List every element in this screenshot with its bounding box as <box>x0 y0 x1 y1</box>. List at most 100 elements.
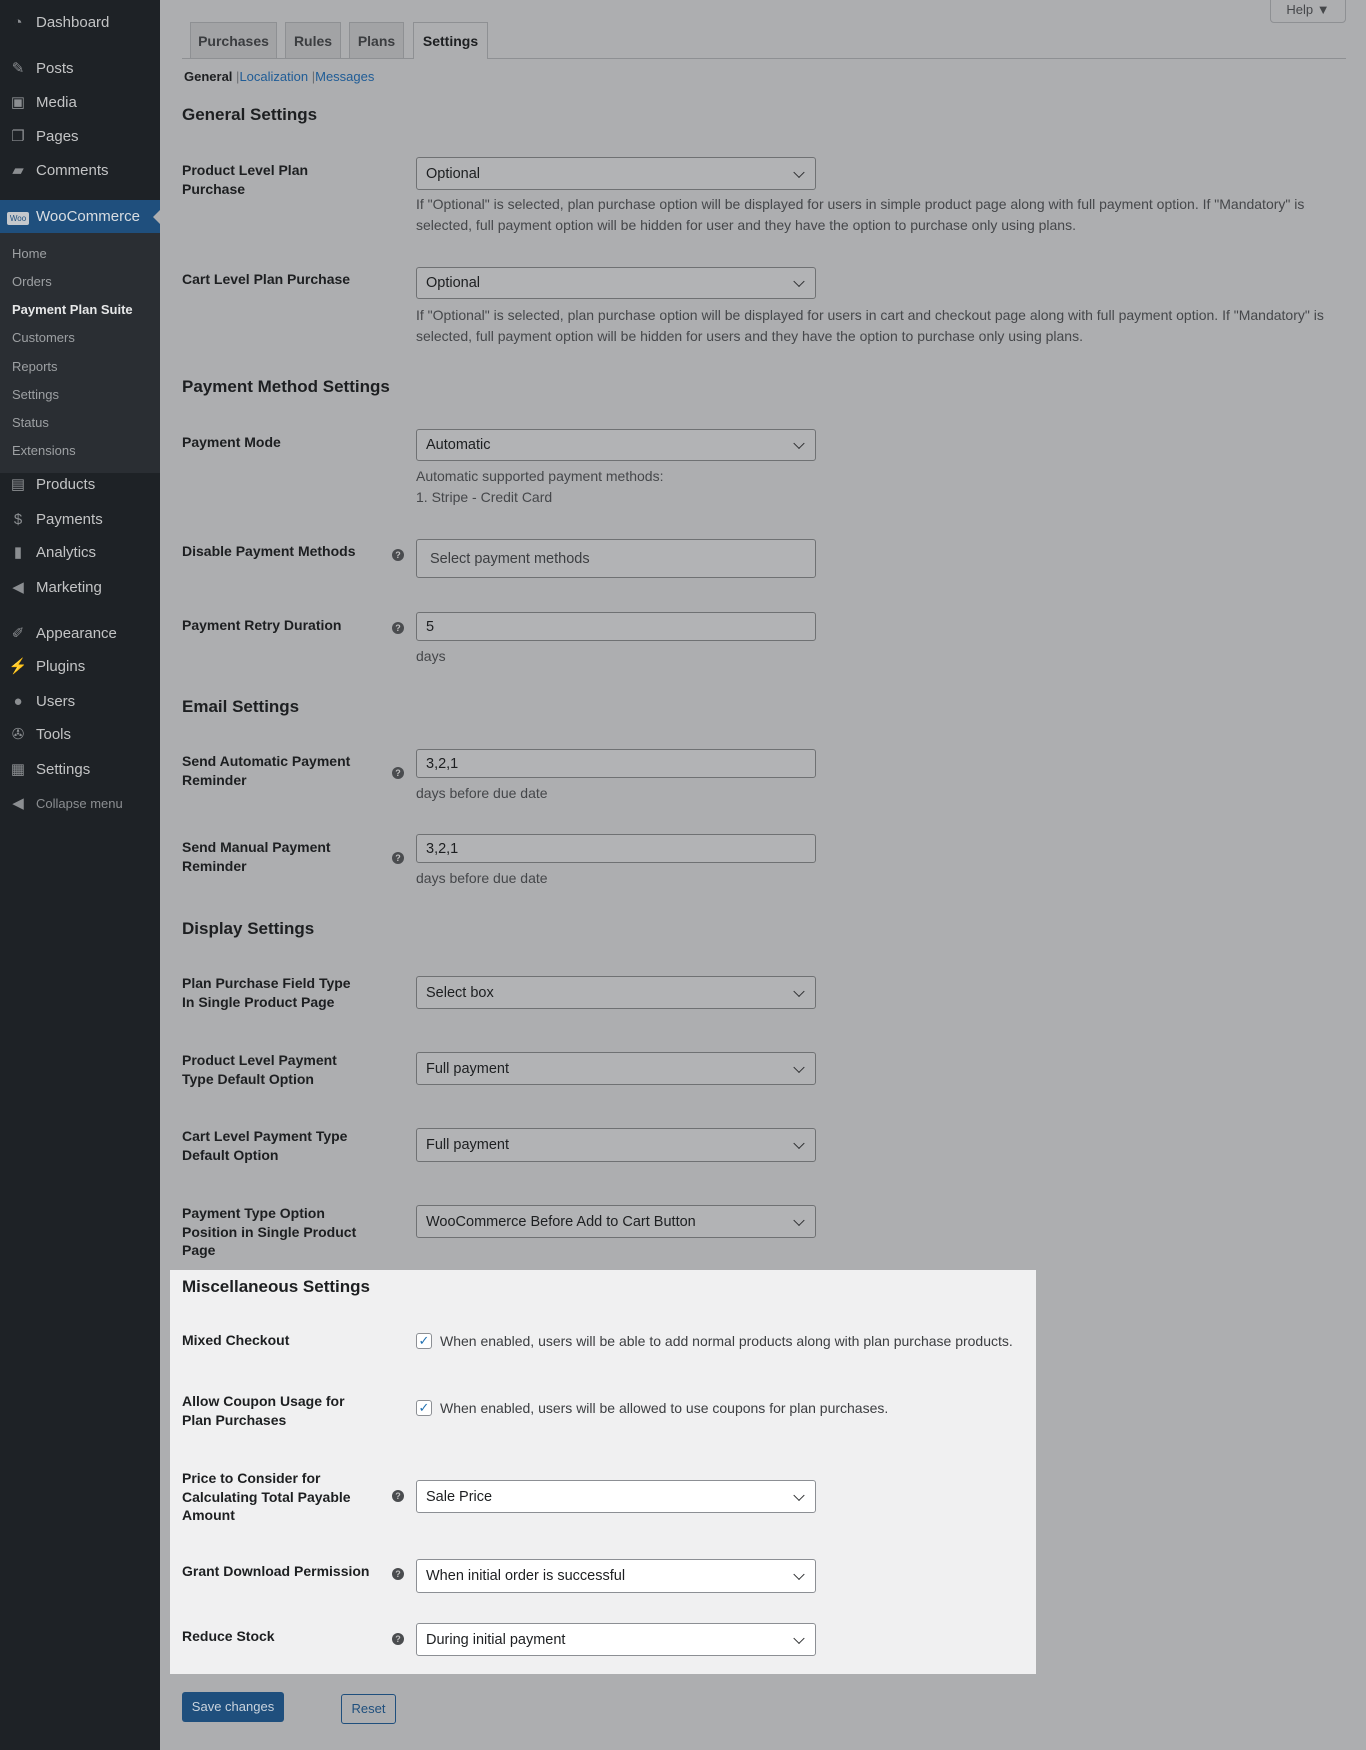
auto-reminder-desc: days before due date <box>416 785 548 801</box>
subnav-localization[interactable]: Localization <box>239 69 308 84</box>
manual-reminder-input[interactable]: 3,2,1 <box>416 834 816 863</box>
payment-mode-desc: Automatic supported payment methods: <box>416 468 664 484</box>
manual-reminder-desc: days before due date <box>416 870 548 886</box>
position-select[interactable]: WooCommerce Before Add to Cart Button <box>416 1205 816 1238</box>
field-type-select[interactable]: Select box <box>416 976 816 1009</box>
menu-products[interactable]: ▤ Products <box>0 469 160 499</box>
position-label: Payment Type Option Position in Single P… <box>182 1205 357 1258</box>
dashboard-icon: ◔ <box>13 13 23 31</box>
submenu-settings[interactable]: Settings <box>12 387 59 402</box>
help-icon[interactable]: ? <box>392 1633 404 1645</box>
menu-pages[interactable]: ❐ Pages <box>0 121 160 151</box>
retry-label: Payment Retry Duration <box>182 617 342 633</box>
help-icon[interactable]: ? <box>392 1490 404 1502</box>
tab-rules[interactable]: Rules <box>285 22 341 58</box>
retry-input[interactable]: 5 <box>416 612 816 641</box>
coupon-checkbox[interactable]: ✓ <box>416 1400 432 1416</box>
menu-appearance[interactable]: ✐ Appearance <box>0 618 160 648</box>
submenu-payment-plan-suite[interactable]: Payment Plan Suite <box>12 302 133 317</box>
menu-label: Collapse menu <box>36 795 123 811</box>
payment-mode-select[interactable]: Automatic <box>416 429 816 461</box>
help-icon[interactable]: ? <box>392 549 404 561</box>
subnav: General |Localization |Messages <box>184 69 374 84</box>
menu-plugins[interactable]: ⚡ Plugins <box>0 651 160 681</box>
tab-settings[interactable]: Settings <box>413 22 488 59</box>
help-icon[interactable]: ? <box>392 852 404 864</box>
download-label: Grant Download Permission <box>182 1563 370 1579</box>
menu-payments[interactable]: $ Payments <box>0 504 160 534</box>
submenu-customers[interactable]: Customers <box>12 330 75 345</box>
menu-label: WooCommerce <box>36 208 140 225</box>
subnav-messages[interactable]: Messages <box>315 69 374 84</box>
settings-icon: ▦ <box>10 761 26 778</box>
menu-woocommerce[interactable]: Woo WooCommerce <box>0 200 160 233</box>
menu-label: Users <box>36 692 76 710</box>
menu-users[interactable]: ● Users <box>0 686 160 716</box>
menu-label: Posts <box>36 59 74 77</box>
disable-methods-label: Disable Payment Methods <box>182 543 356 559</box>
price-label: Price to Consider for Calculating Total … <box>182 1470 351 1523</box>
help-icon[interactable]: ? <box>392 767 404 779</box>
payment-mode-desc-method: 1. Stripe - Credit Card <box>416 489 553 505</box>
menu-label: Payments <box>36 510 103 528</box>
menu-label: Pages <box>36 127 79 145</box>
menu-label: Products <box>36 475 96 493</box>
submenu-extensions[interactable]: Extensions <box>12 443 76 458</box>
woo-icon: Woo <box>0 208 36 225</box>
collapse-menu[interactable]: ◀ Collapse menu <box>0 788 160 818</box>
product-default-label: Product Level Payment Type Default Optio… <box>182 1052 337 1087</box>
reduce-stock-select[interactable]: During initial payment <box>416 1623 816 1656</box>
menu-analytics[interactable]: ▮ Analytics <box>0 537 160 567</box>
reset-button[interactable]: Reset <box>341 1694 396 1724</box>
manual-reminder-label: Send Manual Payment Reminder <box>182 839 331 874</box>
cart-level-select[interactable]: Optional <box>416 267 816 299</box>
woo-submenu <box>0 233 160 473</box>
cart-level-desc: If "Optional" is selected, plan purchase… <box>416 307 1324 344</box>
menu-media[interactable]: ▣ Media <box>0 87 160 117</box>
mixed-checkout-checkbox[interactable]: ✓ <box>416 1333 432 1349</box>
collapse-icon: ◀ <box>12 795 24 812</box>
menu-label: Dashboard <box>36 13 110 31</box>
menu-marketing[interactable]: ◀ Marketing <box>0 572 160 602</box>
help-button[interactable]: Help ▼ <box>1270 0 1346 23</box>
plug-icon: ⚡ <box>8 658 28 675</box>
subnav-general[interactable]: General <box>184 69 232 84</box>
download-select[interactable]: When initial order is successful <box>416 1559 816 1593</box>
menu-label: Media <box>36 93 77 111</box>
woo-badge: Woo <box>6 212 30 225</box>
price-select[interactable]: Sale Price <box>416 1480 816 1513</box>
admin-sidebar: ◔ Dashboard ✎ Posts ▣ Media ❐ Pages ▰ Comment… <box>0 0 160 1750</box>
section-misc-heading: Miscellaneous Settings <box>182 1277 370 1296</box>
menu-label: Tools <box>36 725 72 743</box>
submenu-reports[interactable]: Reports <box>12 359 58 374</box>
dollar-icon: $ <box>13 510 23 528</box>
cart-default-label: Cart Level Payment Type Default Option <box>182 1128 348 1163</box>
help-icon[interactable]: ? <box>392 1568 404 1580</box>
submenu-status[interactable]: Status <box>12 415 49 430</box>
menu-settings[interactable]: ▦ Settings <box>0 754 160 784</box>
reduce-stock-label: Reduce Stock <box>182 1628 275 1644</box>
menu-label: Marketing <box>36 578 102 596</box>
help-icon[interactable]: ? <box>392 622 404 634</box>
coupon-label: Allow Coupon Usage for Plan Purchases <box>182 1393 345 1428</box>
submenu-orders[interactable]: Orders <box>12 274 52 289</box>
tab-plans[interactable]: Plans <box>349 22 404 58</box>
product-level-select[interactable]: Optional <box>416 157 816 190</box>
menu-label: Plugins <box>36 657 86 675</box>
auto-reminder-input[interactable]: 3,2,1 <box>416 749 816 778</box>
menu-tools[interactable]: ✇ Tools <box>0 719 160 749</box>
menu-comments[interactable]: ▰ Comments <box>0 155 160 185</box>
tab-purchases[interactable]: Purchases <box>190 22 277 58</box>
disable-methods-input[interactable]: Select payment methods <box>416 539 816 578</box>
menu-posts[interactable]: ✎ Posts <box>0 53 160 83</box>
section-display-heading: Display Settings <box>182 919 315 938</box>
product-default-select[interactable]: Full payment <box>416 1052 816 1085</box>
retry-unit: days <box>416 648 446 664</box>
menu-dashboard[interactable]: ◔ Dashboard <box>0 7 160 37</box>
cart-default-select[interactable]: Full payment <box>416 1128 816 1162</box>
cart-level-label: Cart Level Plan Purchase <box>182 271 351 287</box>
submenu-home[interactable]: Home <box>12 246 47 261</box>
wrench-icon: ✇ <box>11 726 25 743</box>
save-changes-button[interactable]: Save changes <box>182 1692 284 1722</box>
product-level-label: Product Level Plan Purchase <box>182 162 309 197</box>
